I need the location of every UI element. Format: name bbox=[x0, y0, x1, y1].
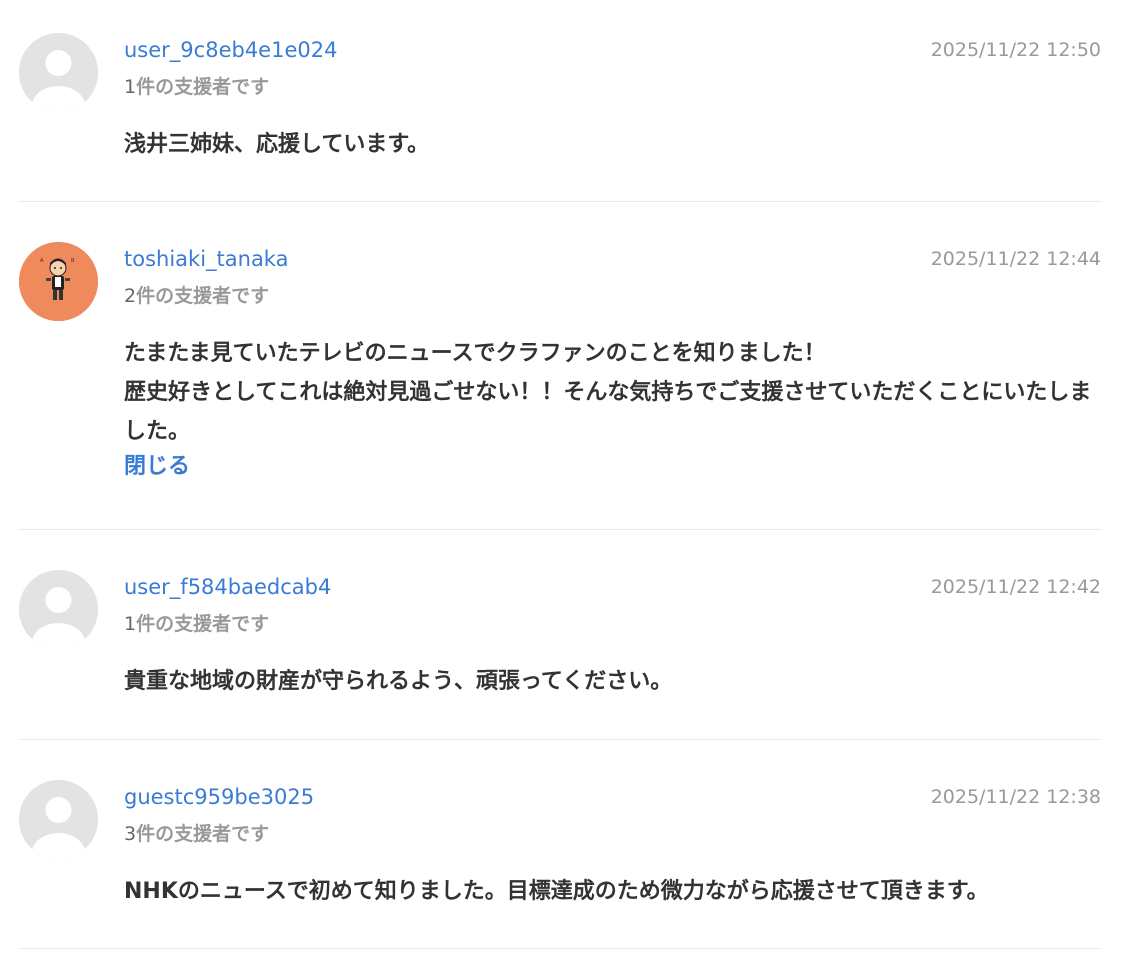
user-photo-avatar[interactable]: A B bbox=[19, 242, 98, 321]
comment-date: 2025/11/22 12:44 bbox=[930, 248, 1101, 270]
username-link[interactable]: user_9c8eb4e1e024 bbox=[124, 36, 337, 64]
support-count-suffix: 件の支援者です bbox=[136, 285, 270, 307]
comment-item: guestc959be3025 2025/11/22 12:38 3件の支援者で… bbox=[19, 767, 1101, 949]
svg-text:A: A bbox=[40, 258, 44, 264]
support-count: 3件の支援者です bbox=[124, 821, 269, 847]
support-count: 2件の支援者です bbox=[124, 283, 269, 309]
comment-date: 2025/11/22 12:50 bbox=[930, 39, 1101, 61]
support-count: 1件の支援者です bbox=[124, 611, 269, 637]
collapse-toggle-link[interactable]: 閉じる bbox=[124, 452, 190, 482]
default-avatar-icon[interactable] bbox=[19, 33, 98, 112]
default-avatar-icon[interactable] bbox=[19, 780, 98, 859]
comment-list: user_9c8eb4e1e024 2025/11/22 12:50 1件の支援… bbox=[0, 0, 1139, 956]
comment-message: NHKのニュースで初めて知りました。目標達成のため微力ながら応援させて頂きます。 bbox=[124, 879, 989, 904]
username-link[interactable]: toshiaki_tanaka bbox=[124, 245, 288, 273]
svg-text:B: B bbox=[71, 258, 75, 264]
username-link[interactable]: user_f584baedcab4 bbox=[124, 573, 331, 601]
support-count-suffix: 件の支援者です bbox=[136, 823, 270, 845]
comment-message: 浅井三姉妹、応援しています。 bbox=[124, 132, 430, 157]
support-count-number: 1 bbox=[124, 76, 137, 98]
support-count-suffix: 件の支援者です bbox=[136, 76, 270, 98]
comment-item: user_9c8eb4e1e024 2025/11/22 12:50 1件の支援… bbox=[19, 20, 1101, 202]
support-count: 1件の支援者です bbox=[124, 74, 269, 100]
support-count-number: 3 bbox=[124, 823, 137, 845]
comment-message: たまたま見ていたテレビのニュースでクラファンのことを知りました！ 歴史好きとして… bbox=[124, 341, 1092, 444]
comment-date: 2025/11/22 12:38 bbox=[930, 786, 1101, 808]
support-count-number: 1 bbox=[124, 613, 137, 635]
support-count-number: 2 bbox=[124, 285, 137, 307]
default-avatar-icon[interactable] bbox=[19, 570, 98, 649]
comment-message: 貴重な地域の財産が守られるよう、頑張ってください。 bbox=[124, 669, 673, 694]
comment-item: user_f584baedcab4 2025/11/22 12:42 1件の支援… bbox=[19, 557, 1101, 740]
comment-item: A B toshiaki_tanaka 2025/11/22 12:44 2件の… bbox=[19, 229, 1101, 530]
support-count-suffix: 件の支援者です bbox=[136, 613, 270, 635]
comment-date: 2025/11/22 12:42 bbox=[930, 576, 1101, 598]
username-link[interactable]: guestc959be3025 bbox=[124, 783, 314, 811]
